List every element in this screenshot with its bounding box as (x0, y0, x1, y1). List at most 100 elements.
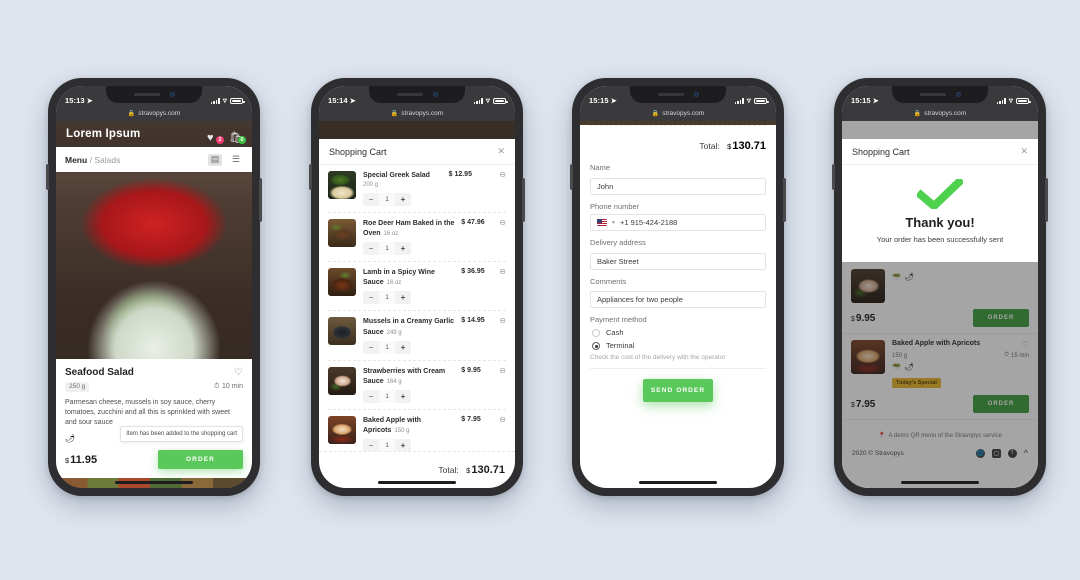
send-order-wrap: SEND ORDER (590, 369, 766, 402)
item-thumbnail (328, 268, 356, 297)
decrease-quantity-button[interactable]: − (363, 340, 379, 354)
battery-icon (493, 97, 508, 105)
item-name: Mussels in a Creamy Garlic Sauce 249 g (363, 317, 455, 337)
address-field[interactable] (590, 252, 766, 270)
status-time: 15:14 (328, 96, 348, 105)
decrease-quantity-button[interactable]: − (363, 242, 379, 256)
item-name: Roe Deer Ham Baked in the Oven 16 oz (363, 219, 455, 239)
item-body: Lamb in a Spicy Wine Sauce 16 oz $ 36.95 … (363, 268, 506, 305)
browser-url-bar[interactable]: 🔒 stravopys.com (319, 106, 515, 121)
wifi-icon: ▿ (746, 96, 751, 105)
dish-title: Seafood Salad (65, 366, 134, 378)
item-thumbnail (328, 366, 356, 395)
breadcrumb-text: Menu / Salads (65, 155, 120, 165)
breadcrumb: Menu / Salads ▤ ☰ (56, 147, 252, 172)
increase-quantity-button[interactable]: + (395, 192, 411, 206)
phone-1-content: Lorem Ipsum ♥ 2 🛍 6 Menu / Salads ▤ ☰ Se… (56, 121, 252, 488)
item-price: $ 14.95 (461, 317, 485, 325)
url-text: stravopys.com (401, 110, 444, 117)
checkout-total: Total: $130.71 (590, 125, 766, 163)
phone-value: +1 915-424-2188 (619, 218, 678, 227)
item-price: $ 36.95 (461, 268, 485, 276)
increase-quantity-button[interactable]: + (395, 291, 411, 305)
decrease-quantity-button[interactable]: − (363, 439, 379, 451)
radio-selected-icon (592, 341, 600, 350)
green-check-icon (917, 179, 963, 209)
grid-view-icon[interactable]: ▤ (208, 153, 222, 166)
item-thumbnail (328, 317, 356, 346)
item-line: Strawberries with Cream Sauce 164 g $ 9.9… (363, 366, 506, 387)
chevron-down-icon[interactable]: ▼ (611, 220, 616, 226)
decrease-quantity-button[interactable]: − (363, 192, 379, 206)
browser-url-bar[interactable]: 🔒 stravopys.com (56, 106, 252, 121)
heart-icon: ♥ (207, 131, 214, 144)
home-indicator (901, 480, 979, 484)
send-order-button[interactable]: SEND ORDER (643, 379, 713, 402)
list-view-icon[interactable]: ☰ (229, 154, 243, 166)
payment-option-terminal[interactable]: Terminal (592, 341, 766, 350)
heart-outline-icon[interactable]: ♡ (234, 367, 243, 378)
currency-symbol: $ (727, 142, 732, 151)
payment-label: Payment method (590, 315, 647, 324)
notch (892, 86, 988, 103)
battery-icon (754, 97, 769, 105)
dish-price: $11.95 (65, 454, 97, 466)
item-weight: 16 oz (386, 280, 402, 287)
increase-quantity-button[interactable]: + (395, 439, 411, 451)
wifi-icon: ▿ (1008, 96, 1013, 105)
breadcrumb-root[interactable]: Menu (65, 155, 87, 165)
comments-field[interactable] (590, 291, 766, 308)
phone-2-cart: 15:14 ➤ ▿ 🔒 stravopys.com Shopping Cart (309, 78, 525, 496)
status-time: 15:15 (589, 96, 609, 105)
dish-meta-row: 250 g ⏱ 10 min (65, 381, 243, 392)
browser-url-bar[interactable]: 🔒 stravopys.com (580, 106, 776, 121)
currency-symbol: $ (65, 455, 70, 465)
item-line: Special Greek Salad $ 12.95 ⊖ (363, 171, 506, 181)
close-icon[interactable]: ✕ (1020, 146, 1028, 157)
payment-option-label: Terminal (606, 341, 635, 350)
payment-option-cash[interactable]: Cash (592, 328, 766, 337)
increase-quantity-button[interactable]: + (395, 242, 411, 256)
item-body: Special Greek Salad $ 12.95 ⊖ 200 g − 1 … (363, 171, 506, 206)
battery-icon (1016, 97, 1031, 105)
cart-badge: 6 (238, 135, 246, 144)
increase-quantity-button[interactable]: + (395, 340, 411, 354)
location-arrow-icon: ➤ (86, 97, 93, 105)
remove-item-icon[interactable]: ⊖ (499, 366, 506, 375)
breadcrumb-current: Salads (94, 154, 121, 165)
remove-item-icon[interactable]: ⊖ (499, 218, 506, 227)
status-time: 15:15 (851, 96, 871, 105)
address-label: Delivery address (590, 238, 646, 247)
decrease-quantity-button[interactable]: − (363, 389, 379, 403)
item-name: Baked Apple with Apricots 150 g (363, 416, 455, 436)
decrease-quantity-button[interactable]: − (363, 291, 379, 305)
quantity-stepper: − 1 + (363, 192, 506, 206)
remove-item-icon[interactable]: ⊖ (499, 415, 506, 424)
phone-field[interactable]: ▼ +1 915-424-2188 (590, 214, 766, 231)
dish-detail-card: Seafood Salad ♡ 250 g ⏱ 10 min Parmesan … (56, 358, 252, 478)
phone-4-screen: 15:15 ➤ ▿ 🔒 stravopys.com 🥗 🌶 $9.95 ORDE… (842, 86, 1038, 488)
order-button[interactable]: ORDER (158, 450, 243, 469)
favorites-button[interactable]: ♥ 2 (207, 128, 224, 144)
increase-quantity-button[interactable]: + (395, 389, 411, 403)
cart-button[interactable]: 🛍 6 (229, 128, 246, 144)
close-icon[interactable]: ✕ (497, 146, 505, 157)
quantity-stepper: − 1 + (363, 340, 506, 354)
front-camera (432, 92, 438, 97)
total-label: Total: (699, 141, 720, 151)
screenshot-stage: 15:13 ➤ ▿ 🔒 stravopys.com Lorem Ipsum ♥ … (0, 0, 1080, 580)
payment-option-label: Cash (606, 328, 624, 337)
url-text: stravopys.com (924, 110, 967, 117)
item-body: Strawberries with Cream Sauce 164 g $ 9.9… (363, 366, 506, 403)
remove-item-icon[interactable]: ⊖ (499, 317, 506, 325)
browser-url-bar[interactable]: 🔒 stravopys.com (842, 106, 1038, 121)
total-value: 130.71 (732, 140, 766, 152)
remove-item-icon[interactable]: ⊖ (499, 268, 506, 276)
phone-1-screen: 15:13 ➤ ▿ 🔒 stravopys.com Lorem Ipsum ♥ … (56, 86, 252, 488)
remove-item-icon[interactable]: ⊖ (499, 171, 506, 179)
quantity-value: 1 (379, 340, 395, 354)
us-flag-icon (597, 219, 607, 226)
item-price: $ 9.95 (461, 366, 481, 374)
table-row: Roe Deer Ham Baked in the Oven 16 oz $ 47… (328, 213, 506, 263)
name-field[interactable] (590, 177, 766, 195)
